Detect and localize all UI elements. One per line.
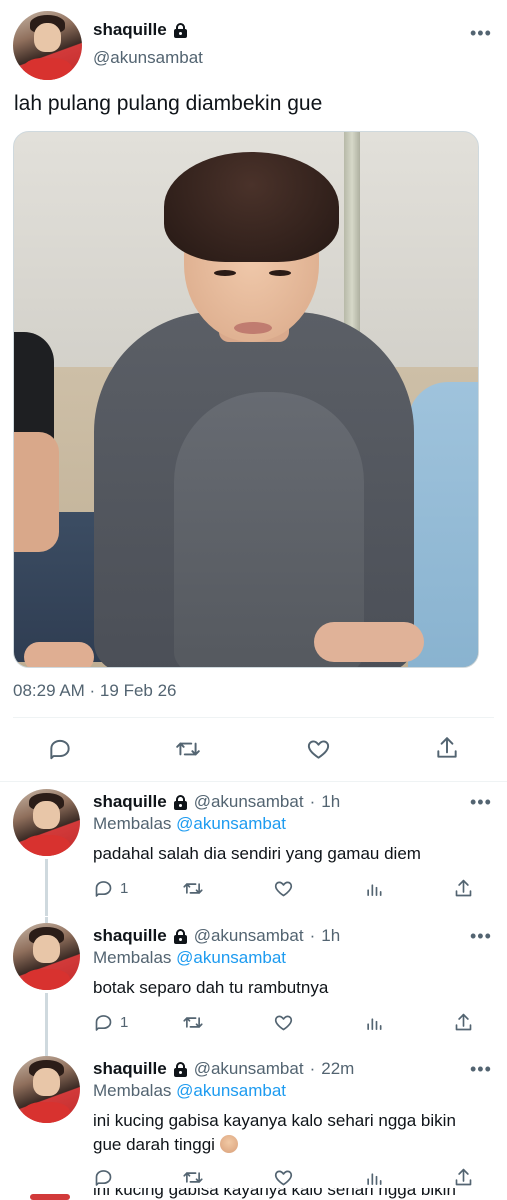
reply-text: padahal salah dia sendiri yang gamau die… (93, 844, 421, 863)
display-name[interactable]: shaquille (93, 792, 167, 812)
analytics-button[interactable] (364, 1012, 384, 1033)
reply-actions: 1 (0, 1012, 507, 1036)
replying-to: Membalas @akunsambat (93, 948, 286, 968)
like-button[interactable] (273, 1012, 294, 1033)
separator-dot: · (309, 926, 316, 945)
user-handle[interactable]: @akunsambat (194, 792, 304, 812)
reply-actions: 1 (0, 878, 507, 902)
retweet-button[interactable] (182, 1167, 204, 1188)
lock-icon (173, 22, 188, 38)
replying-label: Membalas (93, 1081, 172, 1100)
author-name-row: shaquille (93, 20, 188, 40)
share-icon (453, 878, 474, 899)
heart-icon (273, 1012, 294, 1033)
retweet-icon (182, 878, 204, 899)
reply-icon (93, 878, 114, 899)
reply-text-cut: ini kucing gabisa kayanya kalo sehari ng… (93, 1188, 456, 1199)
share-icon (453, 1167, 474, 1188)
reply-header: shaquille @akunsambat · 1h (93, 926, 340, 946)
like-button[interactable] (273, 878, 294, 899)
user-handle[interactable]: @akunsambat (194, 1059, 304, 1079)
divider (0, 781, 507, 782)
reply-text: ini kucing gabisa kayanya kalo sehari ng… (93, 1109, 483, 1157)
reply-button[interactable]: 1 (93, 1012, 128, 1033)
avatar[interactable] (13, 789, 80, 856)
analytics-button[interactable] (364, 878, 384, 899)
replying-to: Membalas @akunsambat (93, 1081, 286, 1101)
mention-link[interactable]: @akunsambat (176, 948, 286, 967)
retweet-icon (174, 736, 202, 762)
heart-icon (273, 878, 294, 899)
avatar[interactable] (13, 11, 82, 80)
like-button[interactable] (273, 1167, 294, 1188)
avatar[interactable] (13, 1056, 80, 1123)
more-icon[interactable]: ••• (470, 1060, 492, 1078)
separator-dot: · (309, 792, 316, 811)
heart-icon (305, 736, 332, 762)
analytics-icon (364, 1167, 384, 1188)
avatar[interactable] (30, 1194, 70, 1200)
mention-link[interactable]: @akunsambat (176, 814, 286, 833)
reply-button[interactable] (93, 1167, 114, 1188)
share-button[interactable] (434, 735, 460, 761)
reply-header: shaquille @akunsambat · 1h (93, 792, 340, 812)
reply-count: 1 (120, 1014, 129, 1031)
mention-link[interactable]: @akunsambat (176, 1081, 286, 1100)
display-name[interactable]: shaquille (93, 1059, 167, 1079)
share-button[interactable] (453, 1167, 474, 1188)
lock-icon (173, 794, 188, 810)
reply-tweet[interactable]: shaquille @akunsambat · 22m ••• Membalas… (0, 1050, 507, 1190)
divider (13, 717, 494, 718)
lock-icon (173, 928, 188, 944)
retweet-button[interactable] (182, 1012, 204, 1033)
reply-text: botak separo dah tu rambutnya (93, 978, 329, 997)
reply-count: 1 (120, 880, 129, 897)
share-icon (453, 1012, 474, 1033)
tweet-timestamp[interactable]: 08:29 AM · 19 Feb 26 (13, 681, 177, 701)
reply-text: ini kucing gabisa kayanya kalo sehari ng… (93, 1188, 456, 1200)
display-name[interactable]: shaquille (93, 926, 167, 946)
share-icon (434, 735, 460, 761)
user-handle[interactable]: @akunsambat (93, 48, 203, 68)
replying-label: Membalas (93, 948, 172, 967)
reply-time[interactable]: 1h (321, 926, 340, 946)
share-button[interactable] (453, 1012, 474, 1033)
reply-icon (93, 1012, 114, 1033)
more-icon[interactable]: ••• (470, 24, 492, 42)
retweet-icon (182, 1167, 204, 1188)
reply-time[interactable]: 22m (321, 1059, 354, 1079)
analytics-button[interactable] (364, 1167, 384, 1188)
retweet-button[interactable] (182, 878, 204, 899)
reply-button[interactable] (47, 736, 73, 762)
tweet-photo[interactable] (13, 131, 479, 668)
more-icon[interactable]: ••• (470, 927, 492, 945)
avatar[interactable] (13, 923, 80, 990)
reply-icon (47, 736, 73, 762)
reply-text-content: ini kucing gabisa kayanya kalo sehari ng… (93, 1111, 456, 1154)
analytics-icon (364, 1012, 384, 1033)
analytics-icon (364, 878, 384, 899)
tweet-actions (0, 731, 507, 767)
lock-icon (173, 1061, 188, 1077)
replying-label: Membalas (93, 814, 172, 833)
retweet-button[interactable] (174, 736, 202, 762)
display-name[interactable]: shaquille (93, 20, 167, 40)
heart-icon (273, 1167, 294, 1188)
separator-dot: · (309, 1059, 316, 1078)
share-button[interactable] (453, 878, 474, 899)
facepalm-emoji (219, 1135, 238, 1153)
more-icon[interactable]: ••• (470, 793, 492, 811)
reply-tweet[interactable]: shaquille @akunsambat · 1h ••• Membalas … (0, 917, 507, 1050)
replying-to: Membalas @akunsambat (93, 814, 286, 834)
reply-icon (93, 1167, 114, 1188)
reply-header: shaquille @akunsambat · 22m (93, 1059, 354, 1079)
tweet-text: lah pulang pulang diambekin gue (14, 92, 323, 115)
retweet-icon (182, 1012, 204, 1033)
like-button[interactable] (305, 736, 332, 762)
reply-button[interactable]: 1 (93, 878, 128, 899)
user-handle[interactable]: @akunsambat (194, 926, 304, 946)
reply-tweet[interactable]: shaquille @akunsambat · 1h ••• Membalas … (0, 783, 507, 916)
main-tweet: shaquille @akunsambat ••• lah pulang pul… (0, 0, 507, 781)
reply-time[interactable]: 1h (321, 792, 340, 812)
